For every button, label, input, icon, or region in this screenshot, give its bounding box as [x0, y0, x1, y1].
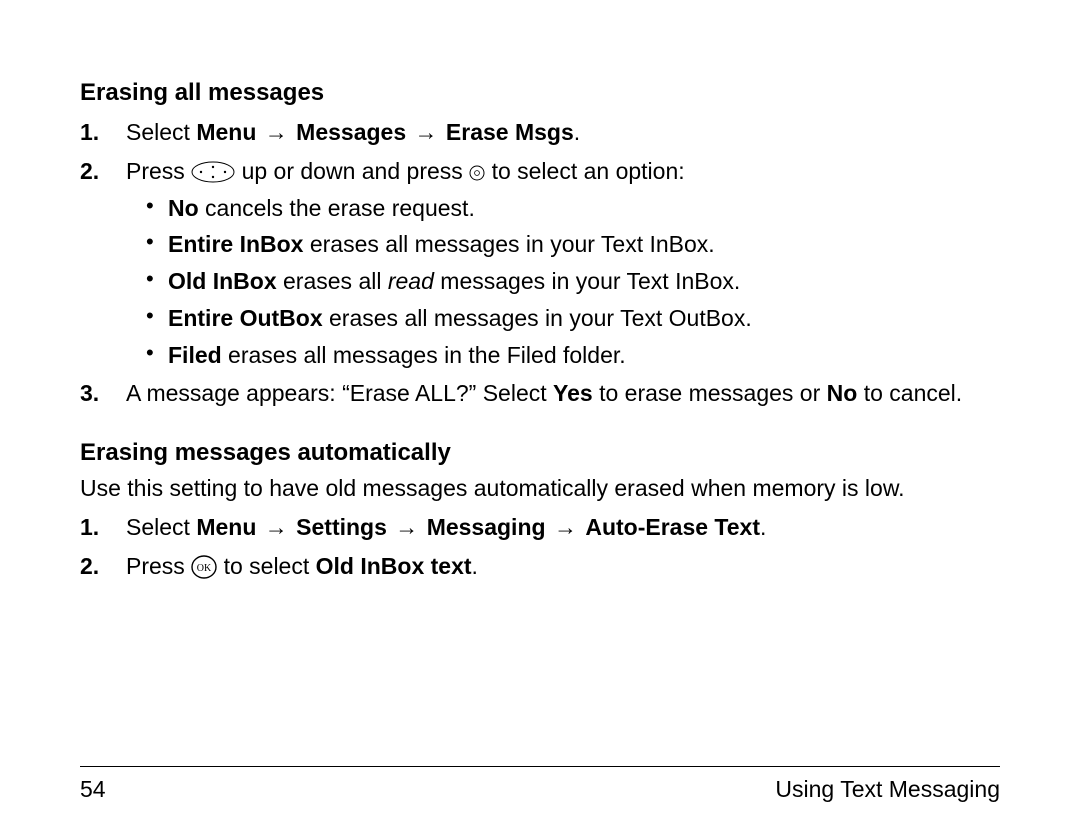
a2-end: . [472, 553, 478, 579]
step3-a: A message appears: “Erase ALL?” Select [126, 380, 553, 406]
opt-outbox-bold: Entire OutBox [168, 305, 323, 331]
opt-no-bold: No [168, 195, 199, 221]
manual-page: Erasing all messages Select Menu → Messa… [0, 0, 1080, 834]
opt-filed-bold: Filed [168, 342, 222, 368]
opt-inbox-text: erases all messages in your Text InBox. [303, 231, 714, 257]
arrow-icon: → [263, 118, 290, 147]
opt-entire-outbox: Entire OutBox erases all messages in you… [146, 304, 1000, 333]
a2-bold: Old InBox text [316, 553, 472, 579]
step2-tail: to select an option: [492, 158, 685, 184]
opt-outbox-text: erases all messages in your Text OutBox. [323, 305, 752, 331]
a1-auto-erase: Auto-Erase Text [585, 514, 760, 540]
step3-no: No [827, 380, 858, 406]
ok-small-icon [469, 159, 485, 175]
opt-filed-text: erases all messages in the Filed folder. [222, 342, 626, 368]
page-number: 54 [80, 775, 106, 804]
a2-mid: to select [224, 553, 316, 579]
footer-rule [80, 766, 1000, 767]
a1-settings: Settings [296, 514, 387, 540]
a1-lead: Select [126, 514, 196, 540]
step2-lead: Press [126, 158, 191, 184]
opt-old-inbox: Old InBox erases all read messages in yo… [146, 267, 1000, 296]
options-list: No cancels the erase request. Entire InB… [146, 194, 1000, 370]
page-footer: 54 Using Text Messaging [80, 766, 1000, 804]
opt-entire-inbox: Entire InBox erases all messages in your… [146, 230, 1000, 259]
a1-end: . [760, 514, 766, 540]
a1-messaging: Messaging [427, 514, 546, 540]
steps-erasing-all: Select Menu → Messages → Erase Msgs. Pre… [80, 118, 1000, 408]
auto-erase-intro: Use this setting to have old messages au… [80, 474, 1000, 503]
a1-menu: Menu [196, 514, 256, 540]
step3-c: to cancel. [857, 380, 962, 406]
step1-end: . [574, 119, 580, 145]
opt-no-text: cancels the erase request. [199, 195, 475, 221]
auto-step-1: Select Menu → Settings → Messaging → Aut… [80, 513, 1000, 542]
step3-yes: Yes [553, 380, 593, 406]
step3-b: to erase messages or [593, 380, 827, 406]
step1-erase-msgs: Erase Msgs [446, 119, 574, 145]
opt-oldinbox-em: read [388, 268, 434, 294]
step-3: A message appears: “Erase ALL?” Select Y… [80, 379, 1000, 408]
opt-oldinbox-t2: messages in your Text InBox. [434, 268, 740, 294]
arrow-icon: → [393, 513, 420, 542]
step2-mid: up or down and press [242, 158, 470, 184]
step-2: Press up or down and press to select an … [80, 157, 1000, 370]
arrow-icon: → [263, 513, 290, 542]
arrow-icon: → [552, 513, 579, 542]
heading-auto-erase: Erasing messages automatically [80, 438, 1000, 468]
step1-messages: Messages [296, 119, 406, 145]
step-1: Select Menu → Messages → Erase Msgs. [80, 118, 1000, 147]
arrow-icon: → [413, 118, 440, 147]
chapter-title: Using Text Messaging [775, 775, 1000, 804]
dpad-icon [191, 161, 235, 183]
step1-lead: Select [126, 119, 196, 145]
a2-lead: Press [126, 553, 191, 579]
opt-no: No cancels the erase request. [146, 194, 1000, 223]
step1-menu: Menu [196, 119, 256, 145]
steps-auto-erase: Select Menu → Settings → Messaging → Aut… [80, 513, 1000, 581]
opt-oldinbox-t1: erases all [277, 268, 388, 294]
opt-filed: Filed erases all messages in the Filed f… [146, 341, 1000, 370]
opt-inbox-bold: Entire InBox [168, 231, 303, 257]
ok-button-icon: OK [191, 554, 217, 580]
opt-oldinbox-bold: Old InBox [168, 268, 277, 294]
auto-step-2: Press OK to select Old InBox text. [80, 552, 1000, 581]
svg-text:OK: OK [197, 563, 212, 574]
heading-erasing-all: Erasing all messages [80, 78, 1000, 108]
